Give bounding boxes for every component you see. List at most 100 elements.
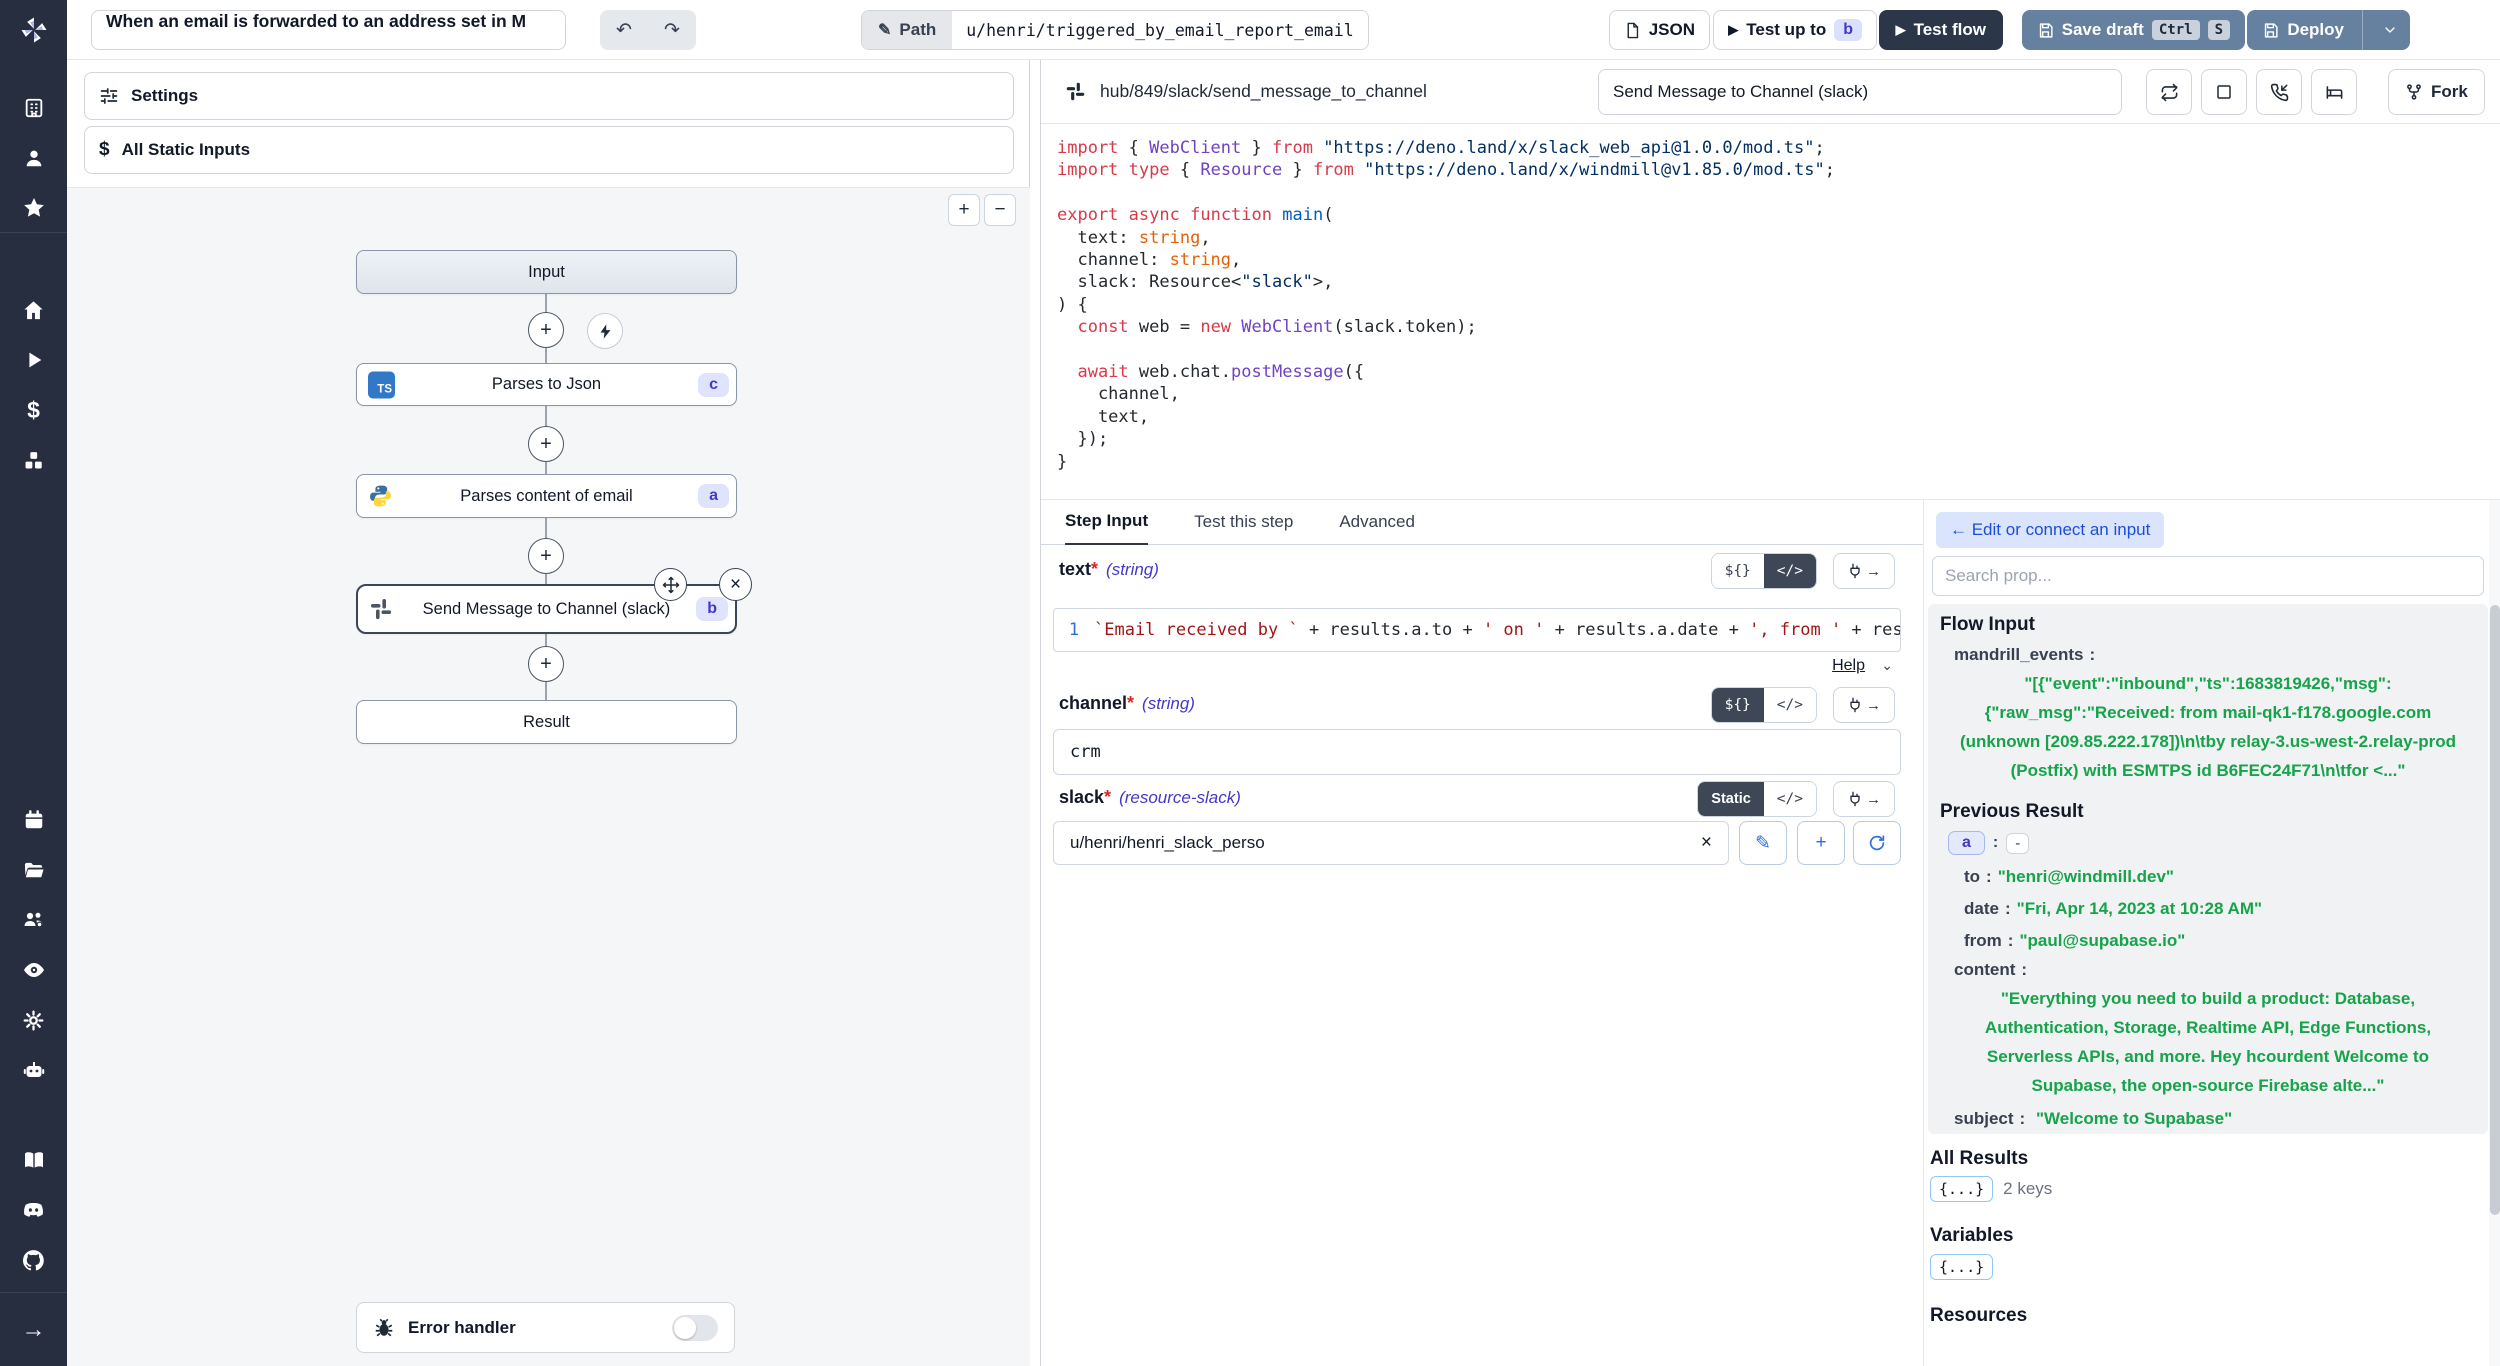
props-scrollbar[interactable] — [2489, 500, 2500, 1366]
undo-button[interactable]: ↶ — [600, 10, 648, 50]
windmill-logo[interactable] — [0, 0, 67, 60]
user-icon[interactable] — [0, 140, 67, 176]
channel-input-mode-toggle[interactable]: ${} </> — [1711, 687, 1817, 723]
flow-node-parses-to-json[interactable]: TS Parses to Json c — [356, 363, 737, 406]
tab-advanced[interactable]: Advanced — [1339, 512, 1415, 544]
subject-row[interactable]: subject: "Welcome to Supabase" — [1954, 1109, 2476, 1129]
content-row[interactable]: content: — [1954, 960, 2476, 980]
typescript-icon: TS — [368, 371, 395, 398]
clear-icon[interactable]: × — [1701, 832, 1712, 854]
groups-icon[interactable] — [0, 902, 67, 938]
slack-connect-button[interactable]: → — [1833, 781, 1895, 817]
scrollbar-thumb[interactable] — [2490, 605, 2500, 1215]
runs-icon[interactable] — [0, 342, 67, 378]
dollar-icon: $ — [99, 139, 110, 161]
result-a-badge[interactable]: a — [1948, 831, 1985, 855]
code-mode[interactable]: </> — [1764, 554, 1816, 588]
mandrill-events-row[interactable]: mandrill_events: — [1954, 645, 2476, 665]
step-summary-input[interactable]: Send Message to Channel (slack) — [1598, 69, 2122, 115]
zoom-in-button[interactable]: + — [948, 194, 980, 226]
bot-icon[interactable] — [0, 1052, 67, 1088]
trigger-bolt-button[interactable] — [587, 313, 623, 349]
resources-icon[interactable] — [0, 442, 67, 478]
mandrill-events-value[interactable]: "[{"event":"inbound","ts":1683819426,"ms… — [1946, 669, 2470, 785]
result-kv-row[interactable]: to:"henri@windmill.dev" — [1964, 867, 2476, 887]
insert-step-button[interactable]: + — [528, 538, 564, 574]
insert-step-button[interactable]: + — [528, 312, 564, 348]
code-editor[interactable]: import { WebClient } from "https://deno.… — [1041, 124, 2500, 500]
text-input-mode-toggle[interactable]: ${} </> — [1711, 553, 1817, 589]
docs-book-icon[interactable] — [0, 1142, 67, 1178]
path-value[interactable]: u/henri/triggered_by_email_report_email — [952, 11, 1367, 49]
flow-node-result[interactable]: Result — [356, 700, 737, 744]
edit-or-connect-button[interactable]: ← Edit or connect an input — [1936, 512, 2164, 548]
insert-step-button[interactable]: + — [528, 426, 564, 462]
flow-node-send-message-selected[interactable]: Send Message to Channel (slack) b × — [356, 584, 737, 634]
slack-input-mode-toggle[interactable]: Static </> — [1697, 781, 1817, 817]
deploy-dropdown[interactable] — [2371, 22, 2409, 38]
add-resource-button[interactable]: + — [1797, 821, 1845, 865]
code-line: slack: Resource<"slack">, — [1057, 271, 2500, 293]
test-up-to-button[interactable]: ▶ Test up to b — [1713, 10, 1877, 50]
content-value[interactable]: "Everything you need to build a product:… — [1946, 984, 2470, 1100]
path-group[interactable]: ✎ Path u/henri/triggered_by_email_report… — [861, 10, 1369, 50]
help-link[interactable]: Help — [1832, 657, 1865, 675]
lightning-icon — [597, 323, 614, 340]
sleep-bed-button[interactable] — [2311, 69, 2357, 115]
error-handler-bar[interactable]: Error handler — [356, 1302, 735, 1353]
save-draft-button[interactable]: Save draft Ctrl S — [2022, 10, 2245, 50]
tab-test-this-step[interactable]: Test this step — [1194, 512, 1293, 544]
all-results-expand[interactable]: {...} — [1930, 1176, 1993, 1202]
deploy-button[interactable]: Deploy — [2247, 10, 2410, 50]
folders-icon[interactable] — [0, 852, 67, 888]
flow-title-input[interactable]: When an email is forwarded to an address… — [91, 10, 566, 50]
json-button[interactable]: JSON — [1609, 10, 1710, 50]
tab-step-input[interactable]: Step Input — [1065, 511, 1148, 545]
code-line: await web.chat.postMessage({ — [1057, 361, 2500, 383]
swap-script-button[interactable] — [2146, 69, 2192, 115]
template-mode[interactable]: ${} — [1712, 554, 1764, 588]
all-static-inputs-bar[interactable]: $ All Static Inputs — [84, 126, 1014, 174]
star-icon[interactable] — [0, 190, 67, 226]
move-step-handle[interactable] — [654, 568, 687, 601]
home-icon[interactable] — [0, 292, 67, 328]
expand-sidebar-icon[interactable]: → — [0, 1312, 67, 1348]
flow-node-parses-content[interactable]: Parses content of email a — [356, 474, 737, 518]
result-kv-row[interactable]: date:"Fri, Apr 14, 2023 at 10:28 AM" — [1964, 899, 2476, 919]
code-line: text, — [1057, 406, 2500, 428]
code-mode[interactable]: </> — [1764, 688, 1816, 722]
slack-resource-input[interactable]: u/henri/henri_slack_perso × — [1053, 821, 1729, 865]
text-expression-editor[interactable]: 1 `Email received by ` + results.a.to + … — [1053, 608, 1901, 652]
flow-node-input[interactable]: Input — [356, 250, 737, 294]
test-flow-button[interactable]: ▶ Test flow — [1879, 10, 2003, 50]
expand-editor-button[interactable] — [2201, 69, 2247, 115]
template-mode[interactable]: ${} — [1712, 688, 1764, 722]
variables-expand[interactable]: {...} — [1930, 1254, 1993, 1280]
code-mode[interactable]: </> — [1764, 782, 1816, 816]
search-prop-input[interactable]: Search prop... — [1932, 556, 2484, 596]
insert-step-button[interactable]: + — [528, 646, 564, 682]
result-kv-row[interactable]: from:"paul@supabase.io" — [1964, 931, 2476, 951]
github-icon[interactable] — [0, 1242, 67, 1278]
audit-eye-icon[interactable] — [0, 952, 67, 988]
redo-button[interactable]: ↷ — [648, 10, 696, 50]
schedules-icon[interactable] — [0, 802, 67, 838]
error-handler-toggle[interactable] — [672, 1315, 718, 1341]
channel-connect-button[interactable]: → — [1833, 687, 1895, 723]
channel-input[interactable]: crm — [1053, 729, 1901, 775]
settings-gear-icon[interactable] — [0, 1002, 67, 1038]
workspace-icon[interactable] — [0, 90, 67, 126]
fork-button[interactable]: Fork — [2388, 69, 2485, 115]
settings-bar[interactable]: Settings — [84, 72, 1014, 120]
static-mode[interactable]: Static — [1698, 782, 1764, 816]
refresh-resource-button[interactable] — [1853, 821, 1901, 865]
variables-icon[interactable]: $ — [0, 392, 67, 428]
all-results-title: All Results — [1930, 1148, 2028, 1170]
collapse-button[interactable]: - — [2006, 833, 2029, 854]
delete-step-button[interactable]: × — [719, 568, 752, 601]
zoom-out-button[interactable]: − — [984, 194, 1016, 226]
text-connect-button[interactable]: → — [1833, 553, 1895, 589]
edit-resource-button[interactable]: ✎ — [1739, 821, 1787, 865]
webhook-call-button[interactable] — [2256, 69, 2302, 115]
discord-icon[interactable] — [0, 1192, 67, 1228]
